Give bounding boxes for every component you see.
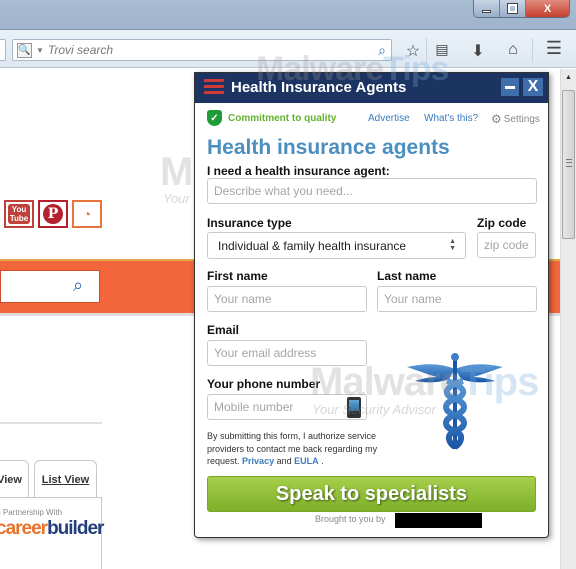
pinterest-link[interactable]: P: [38, 200, 68, 228]
tab-list-view[interactable]: List View: [34, 460, 97, 498]
search-input[interactable]: [47, 43, 348, 57]
divider: [0, 422, 102, 424]
youtube-link[interactable]: You Tube: [4, 200, 34, 228]
quality-text: Commitment to quality: [228, 112, 337, 124]
gear-icon: ⚙: [491, 112, 502, 126]
youtube-icon: You Tube: [7, 204, 31, 224]
popup-logo-icon: [203, 79, 226, 97]
health-insurance-popup: Health Insurance Agents X ✓ Commitment t…: [194, 72, 549, 538]
tab-grid-view[interactable]: View: [0, 460, 29, 498]
careerbuilder-logo[interactable]: careerbuilder: [0, 518, 104, 540]
insurance-type-label: Insurance type: [207, 216, 292, 230]
popup-header[interactable]: Health Insurance Agents X: [195, 73, 548, 103]
select-value: Individual & family health insurance: [218, 238, 407, 253]
search-engine-icon[interactable]: 🔍: [17, 42, 32, 58]
select-arrows-icon: ▲ ▼: [449, 238, 456, 252]
popup-heading: Health insurance agents: [207, 136, 450, 159]
settings-label: Settings: [503, 113, 540, 125]
need-label: I need a health insurance agent:: [207, 164, 390, 178]
window-minimize-button[interactable]: [474, 0, 500, 17]
window-controls: X: [473, 0, 570, 18]
caduceus-icon: [407, 353, 503, 450]
email-label: Email: [207, 323, 240, 337]
advertise-link[interactable]: Advertise: [368, 113, 410, 124]
partner-text: In Partnership With: [0, 508, 63, 517]
disclaimer-body: By submitting this form, I authorize ser…: [207, 431, 378, 466]
tab-label: View: [0, 473, 22, 486]
email-input[interactable]: [207, 340, 367, 366]
phone-label: Your phone number: [207, 377, 321, 391]
minimize-icon: [505, 85, 515, 89]
window-titlebar: X: [0, 0, 576, 30]
eula-link[interactable]: EULA: [294, 456, 319, 466]
page-scrollbar[interactable]: ▲: [560, 69, 576, 569]
window-restore-button[interactable]: [500, 0, 526, 17]
quality-badge: ✓ Commitment to quality: [207, 110, 336, 126]
logo-part: builder: [47, 518, 104, 539]
reading-list-icon[interactable]: ▤: [432, 41, 452, 58]
mobile-phone-icon: [347, 397, 361, 418]
search-go-icon[interactable]: ⌕: [378, 42, 386, 59]
disclaimer-and: and: [276, 456, 292, 466]
search-bar: 🔍 ▼ ⌕: [12, 39, 392, 61]
first-name-label: First name: [207, 269, 268, 283]
speak-to-specialists-button[interactable]: Speak to specialists: [207, 476, 536, 512]
last-name-label: Last name: [377, 269, 437, 283]
privacy-link[interactable]: Privacy: [242, 456, 274, 466]
scroll-up-arrow-icon[interactable]: ▲: [565, 74, 572, 81]
insurance-type-select[interactable]: Individual & family health insurance ▲ ▼: [207, 232, 466, 259]
phone-input[interactable]: [207, 394, 367, 420]
popup-close-button[interactable]: X: [523, 78, 543, 96]
minimize-icon: [482, 9, 491, 13]
need-input[interactable]: [207, 178, 537, 204]
menu-icon[interactable]: ☰: [544, 38, 564, 59]
last-name-input[interactable]: [377, 286, 537, 312]
tab-label: List View: [41, 473, 90, 486]
rss-link[interactable]: ◔: [72, 200, 102, 228]
grip-icon: [566, 159, 572, 167]
home-icon[interactable]: ⌂: [503, 41, 523, 59]
toolbar-divider: [532, 38, 533, 62]
whats-this-link[interactable]: What's this?: [424, 113, 478, 124]
rss-icon: ◔: [82, 206, 92, 222]
download-icon[interactable]: ⬇: [468, 41, 488, 61]
toolbar-divider: [426, 38, 427, 62]
logo-part: career: [0, 518, 48, 539]
scroll-thumb[interactable]: [562, 90, 575, 239]
restore-icon: [507, 3, 518, 14]
brought-by-text: Brought to you by: [315, 514, 386, 524]
disclaimer-text: By submitting this form, I authorize ser…: [207, 430, 407, 468]
window-close-button[interactable]: X: [526, 0, 569, 17]
site-search-input[interactable]: [0, 270, 100, 303]
zip-input[interactable]: [477, 232, 536, 258]
site-search-icon[interactable]: ⌕: [73, 275, 83, 296]
popup-minimize-button[interactable]: [501, 78, 519, 96]
redacted-sponsor: [395, 513, 482, 528]
zip-label: Zip code: [477, 216, 527, 230]
shield-check-icon: ✓: [207, 110, 222, 126]
first-name-input[interactable]: [207, 286, 367, 312]
url-bar[interactable]: [0, 39, 6, 61]
popup-title: Health Insurance Agents: [231, 79, 407, 96]
bookmark-star-icon[interactable]: ☆: [403, 41, 423, 61]
engine-dropdown-caret-icon[interactable]: ▼: [36, 46, 44, 55]
settings-link[interactable]: ⚙ Settings: [491, 112, 540, 126]
disclaimer-end: .: [321, 456, 324, 466]
browser-toolbar: 🔍 ▼ ⌕ ☆ ▤ ⬇ ⌂ ☰: [0, 30, 576, 68]
pinterest-icon: P: [43, 204, 63, 224]
